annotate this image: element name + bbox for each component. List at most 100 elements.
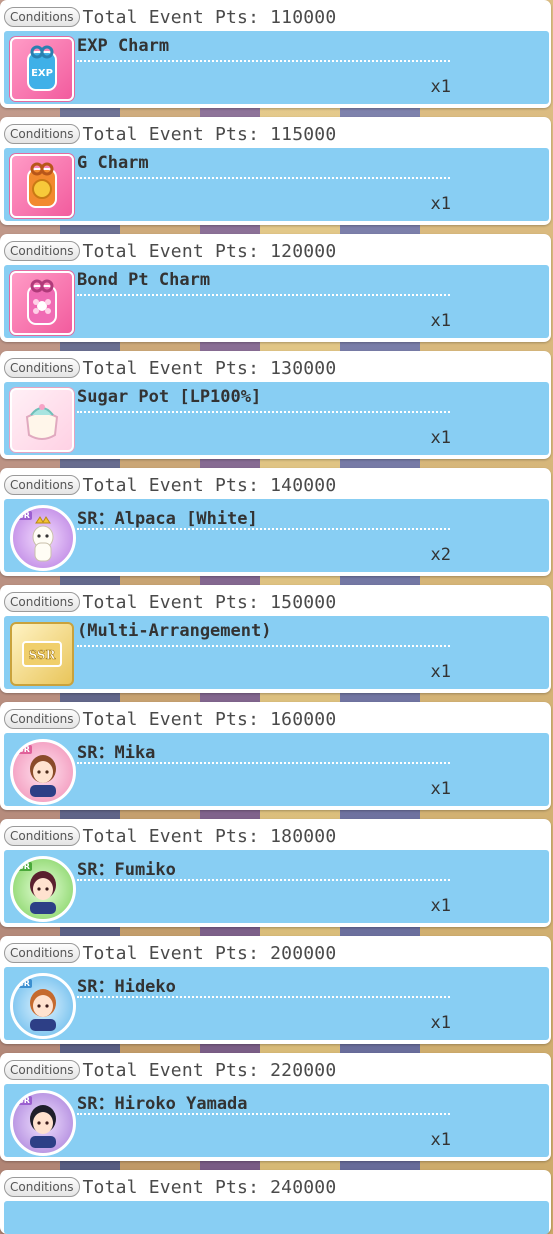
conditions-badge: Conditions: [4, 1060, 80, 1080]
hideko-card-icon: SR: [10, 973, 76, 1039]
reward-name: SR：Alpaca [White]: [77, 509, 258, 529]
reward-quantity: x1: [430, 77, 451, 97]
reward-panel[interactable]: Sugar Pot [LP100%] x1: [4, 382, 549, 455]
ssr-ticket-icon: SSR: [10, 622, 74, 686]
fumiko-card-icon: SR: [10, 856, 76, 922]
dotted-divider: [77, 294, 450, 296]
reward-name: Bond Pt Charm: [77, 270, 211, 290]
condition-text: Total Event Pts: 200000: [82, 942, 337, 964]
reward-panel[interactable]: Bond Pt Charm x1: [4, 265, 549, 338]
bond-pt-charm-icon: [10, 271, 74, 335]
reward-quantity: x2: [430, 545, 451, 565]
reward-quantity: x1: [430, 662, 451, 682]
rarity-badge: SR: [16, 511, 32, 520]
conditions-badge: Conditions: [4, 1177, 80, 1197]
condition-row: Conditions Total Event Pts: 150000: [4, 591, 336, 613]
reward-panel[interactable]: SR SR：Fumiko x1: [4, 850, 549, 923]
conditions-badge: Conditions: [4, 358, 80, 378]
reward-name: SR：Hideko: [77, 977, 176, 997]
sugar-pot-icon: [10, 388, 74, 452]
reward-card: Conditions Total Event Pts: 160000 SR SR…: [0, 702, 551, 810]
condition-text: Total Event Pts: 160000: [82, 708, 337, 730]
reward-name: SR：Hiroko Yamada: [77, 1094, 248, 1114]
condition-row: Conditions Total Event Pts: 110000: [4, 6, 336, 28]
condition-row: Conditions Total Event Pts: 200000: [4, 942, 336, 964]
rarity-badge: SR: [16, 745, 32, 754]
svg-text:SSR: SSR: [28, 648, 56, 662]
reward-card: Conditions Total Event Pts: 140000 SR SR…: [0, 468, 551, 576]
reward-panel[interactable]: G Charm x1: [4, 148, 549, 221]
reward-name: EXP Charm: [77, 36, 170, 56]
rarity-badge: SR: [16, 862, 32, 871]
condition-row: Conditions Total Event Pts: 140000: [4, 474, 336, 496]
condition-text: Total Event Pts: 130000: [82, 357, 337, 379]
condition-text: Total Event Pts: 220000: [82, 1059, 337, 1081]
condition-row: Conditions Total Event Pts: 120000: [4, 240, 336, 262]
conditions-badge: Conditions: [4, 943, 80, 963]
condition-text: Total Event Pts: 180000: [82, 825, 337, 847]
reward-card: Conditions Total Event Pts: 150000 SSR (…: [0, 585, 551, 693]
reward-panel[interactable]: SR SR：Hiroko Yamada x1: [4, 1084, 549, 1157]
condition-row: Conditions Total Event Pts: 180000: [4, 825, 336, 847]
dotted-divider: [77, 60, 450, 62]
condition-text: Total Event Pts: 140000: [82, 474, 337, 496]
conditions-badge: Conditions: [4, 475, 80, 495]
reward-name: SR：Fumiko: [77, 860, 176, 880]
reward-card: Conditions Total Event Pts: 200000 SR SR…: [0, 936, 551, 1044]
reward-card: Conditions Total Event Pts: 220000 SR SR…: [0, 1053, 551, 1161]
condition-text: Total Event Pts: 150000: [82, 591, 337, 613]
reward-panel[interactable]: SSR (Multi-Arrangement) x1: [4, 616, 549, 689]
alpaca-card-icon: SR: [10, 505, 76, 571]
condition-text: Total Event Pts: 120000: [82, 240, 337, 262]
condition-row: Conditions Total Event Pts: 115000: [4, 123, 336, 145]
hiroko-card-icon: SR: [10, 1090, 76, 1156]
reward-quantity: x1: [430, 896, 451, 916]
reward-quantity: x1: [430, 194, 451, 214]
reward-name: Sugar Pot [LP100%]: [77, 387, 262, 407]
reward-panel[interactable]: [4, 1201, 549, 1234]
condition-text: Total Event Pts: 115000: [82, 123, 337, 145]
reward-panel[interactable]: EXP EXP Charm x1: [4, 31, 549, 104]
conditions-badge: Conditions: [4, 826, 80, 846]
reward-name: G Charm: [77, 153, 149, 173]
dotted-divider: [77, 879, 450, 881]
reward-card: Conditions Total Event Pts: 130000 Sugar…: [0, 351, 551, 459]
reward-panel[interactable]: SR SR：Mika x1: [4, 733, 549, 806]
reward-quantity: x1: [430, 428, 451, 448]
condition-text: Total Event Pts: 240000: [82, 1176, 337, 1198]
conditions-badge: Conditions: [4, 241, 80, 261]
dotted-divider: [77, 528, 450, 530]
g-charm-icon: [10, 154, 74, 218]
reward-name: (Multi-Arrangement): [77, 621, 272, 641]
dotted-divider: [77, 645, 450, 647]
exp-charm-icon: EXP: [10, 37, 74, 101]
reward-card: Conditions Total Event Pts: 120000 Bond …: [0, 234, 551, 342]
reward-panel[interactable]: SR SR：Hideko x1: [4, 967, 549, 1040]
rarity-badge: SR: [16, 1096, 32, 1105]
svg-text:EXP: EXP: [31, 68, 53, 79]
condition-row: Conditions Total Event Pts: 240000: [4, 1176, 336, 1198]
dotted-divider: [77, 1113, 450, 1115]
conditions-badge: Conditions: [4, 7, 80, 27]
dotted-divider: [77, 177, 450, 179]
condition-text: Total Event Pts: 110000: [82, 6, 337, 28]
reward-panel[interactable]: SR SR：Alpaca [White] x2: [4, 499, 549, 572]
reward-card: Conditions Total Event Pts: 110000 EXP E…: [0, 0, 551, 108]
reward-quantity: x1: [430, 1013, 451, 1033]
dotted-divider: [77, 411, 450, 413]
reward-card: Conditions Total Event Pts: 240000: [0, 1170, 551, 1234]
condition-row: Conditions Total Event Pts: 130000: [4, 357, 336, 379]
reward-quantity: x1: [430, 779, 451, 799]
rarity-badge: SR: [16, 979, 32, 988]
mika-card-icon: SR: [10, 739, 76, 805]
reward-quantity: x1: [430, 1130, 451, 1150]
dotted-divider: [77, 762, 450, 764]
conditions-badge: Conditions: [4, 124, 80, 144]
reward-card: Conditions Total Event Pts: 180000 SR SR…: [0, 819, 551, 927]
condition-row: Conditions Total Event Pts: 160000: [4, 708, 336, 730]
dotted-divider: [77, 996, 450, 998]
condition-row: Conditions Total Event Pts: 220000: [4, 1059, 336, 1081]
reward-card: Conditions Total Event Pts: 115000 G Cha…: [0, 117, 551, 225]
reward-name: SR：Mika: [77, 743, 156, 763]
reward-quantity: x1: [430, 311, 451, 331]
